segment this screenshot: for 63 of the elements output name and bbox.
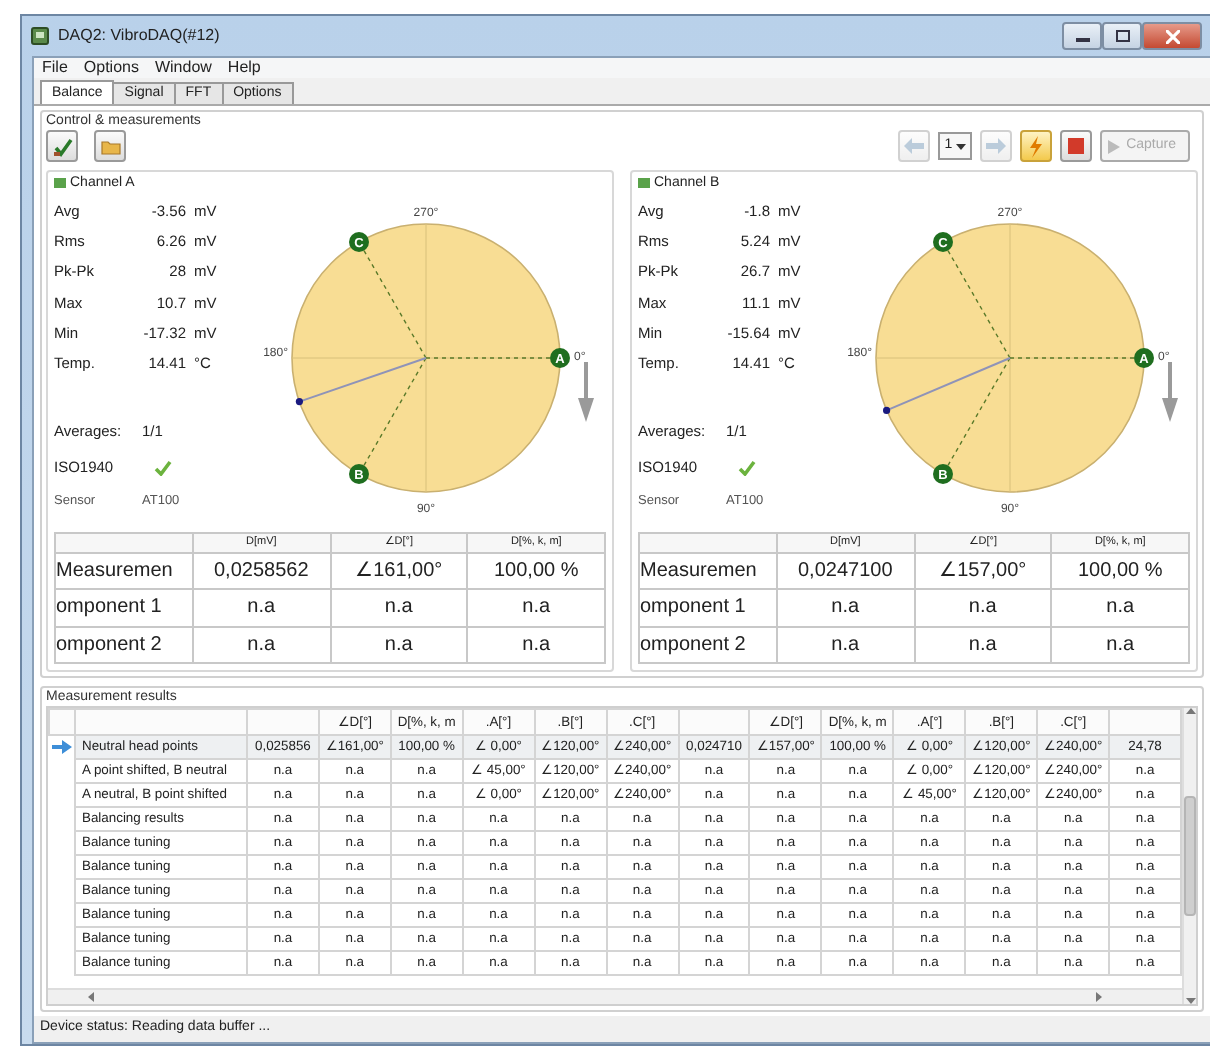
table-cell: 100,00 % [1051,552,1189,590]
row-header: omponent 1 [55,589,193,627]
row-pointer-icon [51,740,72,755]
table-cell: 0,0258562 [192,552,330,590]
stop-icon [1068,138,1085,154]
table-cell: n.a [1051,589,1189,627]
left-arrow-icon [88,992,94,1002]
caret-icon [956,143,967,149]
vector-line [295,357,427,406]
table-cell: 0,0247100 [776,552,914,590]
horizontal-scrollbar[interactable] [48,988,1182,1004]
scroll-thumb[interactable] [1184,796,1196,917]
table-cell: n.a [467,589,605,627]
menu-item[interactable]: File [42,58,68,78]
table-cell: n.a [776,589,914,627]
row-header: Measuremen [639,552,777,590]
vertical-scrollbar[interactable] [1182,708,1196,1004]
close-button[interactable] [1142,22,1202,50]
left-arrow-icon [904,138,925,154]
folder-button[interactable] [94,130,126,162]
table-cell: n.a [192,589,330,627]
check-button[interactable] [46,130,78,162]
row-header: omponent 1 [639,589,777,627]
maximize-button[interactable] [1102,22,1142,50]
rotation-arrow-icon [1162,362,1178,422]
up-arrow-icon [1185,708,1195,715]
folder-icon [99,136,121,156]
table-cell: n.a [914,626,1052,664]
menu-item[interactable]: Window [154,58,212,78]
menu-item[interactable]: Options [83,58,139,78]
channel-icon [54,178,66,188]
table-cell: n.a [914,589,1052,627]
table-cell: n.a [330,626,468,664]
down-arrow-icon [1185,998,1195,1004]
table-cell: ∠157,00° [914,552,1052,590]
stop-button[interactable] [1060,130,1093,162]
menu-item[interactable]: Help [227,58,261,78]
table-cell: n.a [776,626,914,664]
checkmark-icon [154,459,172,476]
right-arrow-icon [1096,992,1102,1002]
channel-icon [638,178,650,188]
checkmark-icon [51,135,73,157]
window-title: DAQ2: VibroDAQ(#12) [58,24,220,48]
table-cell: ∠161,00° [330,552,468,590]
table-cell: n.a [1051,626,1189,664]
row-header: omponent 2 [55,626,193,664]
trigger-button[interactable] [1020,130,1053,162]
right-arrow-icon [986,138,1007,154]
rotation-arrow-icon [578,362,594,422]
app-icon [30,26,50,46]
close-icon [1165,29,1179,43]
table-cell: n.a [330,589,468,627]
minimize-button[interactable] [1062,22,1102,50]
vector-line [883,357,1011,414]
row-header: Measuremen [55,552,193,590]
maximize-icon [1115,30,1129,42]
play-icon [1108,139,1121,153]
lightning-icon [1028,135,1045,157]
table-cell: n.a [467,626,605,664]
checkmark-icon [738,459,756,476]
row-header: omponent 2 [639,626,777,664]
table-cell: 100,00 % [467,552,605,590]
table-cell: n.a [192,626,330,664]
